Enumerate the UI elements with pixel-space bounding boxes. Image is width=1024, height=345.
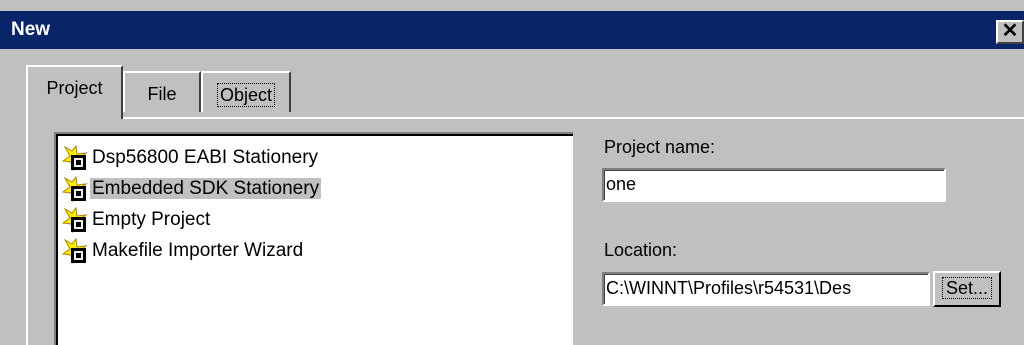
tab-file-label: File (147, 84, 177, 104)
list-item[interactable]: Dsp56800 EABI Stationery (62, 143, 320, 175)
tab-object-label: Object (216, 83, 276, 107)
dialog-title: New (11, 19, 51, 40)
project-stationery-icon (62, 207, 88, 233)
tab-file[interactable]: File (123, 71, 201, 112)
close-button[interactable]: ✕ (996, 20, 1024, 44)
project-stationery-icon (62, 238, 88, 264)
project-name-label: Project name: (604, 137, 716, 157)
list-item-label: Makefile Importer Wizard (92, 240, 304, 261)
list-item-label: Embedded SDK Stationery (90, 178, 322, 199)
location-label: Location: (604, 240, 678, 260)
project-stationery-icon (62, 176, 88, 202)
set-location-button[interactable]: Set... (933, 271, 1001, 307)
project-type-list[interactable]: Dsp56800 EABI Stationery Embedded SDK St… (54, 132, 573, 345)
list-item[interactable]: Empty Project (62, 205, 212, 237)
tab-project-label: Project (46, 78, 103, 98)
set-button-label: Set... (941, 277, 993, 299)
new-dialog: New ✕ Project File Object Dsp56800 EABI … (0, 0, 1024, 345)
tab-project[interactable]: Project (26, 65, 123, 119)
project-name-field[interactable]: one (602, 168, 946, 202)
location-field[interactable]: C:\WINNT\Profiles\r54531\Des (602, 272, 930, 306)
list-item-label: Dsp56800 EABI Stationery (92, 147, 319, 168)
list-item[interactable]: Makefile Importer Wizard (62, 236, 305, 268)
project-stationery-icon (62, 145, 88, 171)
title-bar[interactable]: New ✕ (0, 11, 1024, 49)
tab-object[interactable]: Object (201, 71, 291, 112)
list-item[interactable]: Embedded SDK Stationery (62, 174, 322, 206)
close-icon: ✕ (1001, 20, 1019, 42)
list-item-label: Empty Project (92, 209, 211, 230)
